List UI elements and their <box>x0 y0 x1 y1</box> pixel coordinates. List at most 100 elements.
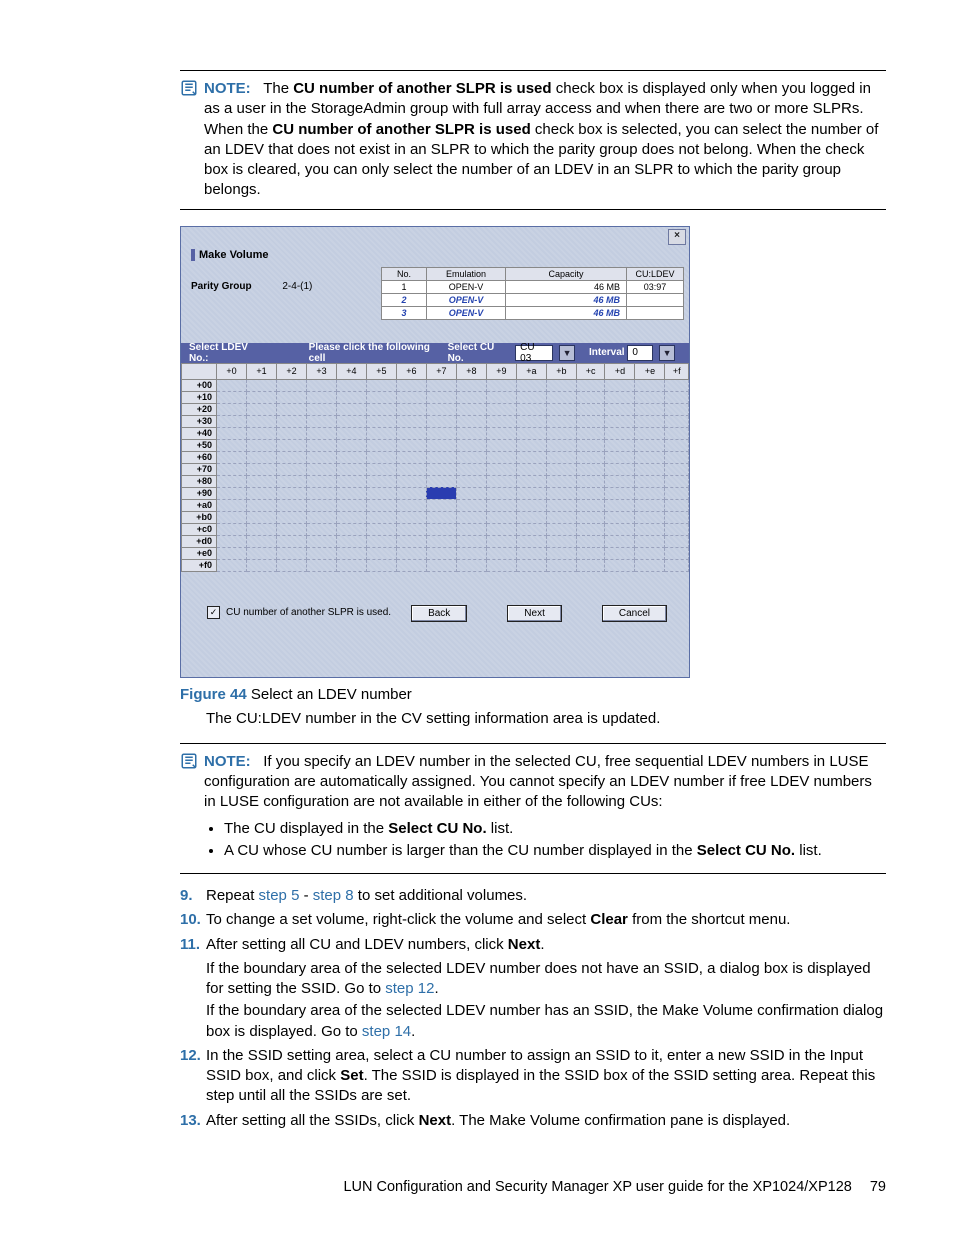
ldev-cell[interactable] <box>246 439 276 451</box>
ldev-cell[interactable] <box>366 379 396 391</box>
ldev-cell[interactable] <box>217 511 247 523</box>
ldev-cell[interactable] <box>576 487 605 499</box>
ldev-cell[interactable] <box>516 499 546 511</box>
ldev-cell[interactable] <box>516 487 546 499</box>
ldev-cell[interactable] <box>546 499 576 511</box>
ldev-cell[interactable] <box>635 559 665 571</box>
ldev-cell[interactable] <box>396 547 426 559</box>
ldev-cell[interactable] <box>396 559 426 571</box>
ldev-cell[interactable] <box>217 415 247 427</box>
ldev-cell[interactable] <box>486 451 516 463</box>
ldev-cell[interactable] <box>336 547 366 559</box>
ldev-cell[interactable] <box>576 415 605 427</box>
ldev-cell[interactable] <box>635 391 665 403</box>
ldev-cell[interactable] <box>486 487 516 499</box>
ldev-cell[interactable] <box>635 475 665 487</box>
ldev-cell[interactable] <box>426 379 456 391</box>
ldev-cell[interactable] <box>546 403 576 415</box>
ldev-cell[interactable] <box>306 523 336 535</box>
ldev-cell[interactable] <box>426 451 456 463</box>
ldev-cell[interactable] <box>306 415 336 427</box>
ldev-cell[interactable] <box>366 547 396 559</box>
ldev-cell[interactable] <box>217 535 247 547</box>
ldev-cell[interactable] <box>426 559 456 571</box>
ldev-cell[interactable] <box>306 463 336 475</box>
ldev-cell[interactable] <box>396 523 426 535</box>
ldev-cell[interactable] <box>605 547 635 559</box>
ldev-cell[interactable] <box>635 463 665 475</box>
ldev-cell[interactable] <box>546 439 576 451</box>
ldev-cell[interactable] <box>306 391 336 403</box>
ldev-cell[interactable] <box>246 427 276 439</box>
ldev-cell[interactable] <box>336 451 366 463</box>
ldev-cell[interactable] <box>605 427 635 439</box>
ldev-cell[interactable] <box>546 463 576 475</box>
ldev-cell[interactable] <box>456 439 486 451</box>
ldev-cell[interactable] <box>426 463 456 475</box>
ldev-cell[interactable] <box>396 499 426 511</box>
ldev-cell[interactable] <box>217 487 247 499</box>
ldev-cell[interactable] <box>665 523 689 535</box>
ldev-cell[interactable] <box>635 439 665 451</box>
ldev-cell[interactable] <box>665 439 689 451</box>
ldev-cell[interactable] <box>276 451 306 463</box>
ldev-cell[interactable] <box>456 415 486 427</box>
ldev-cell[interactable] <box>276 559 306 571</box>
ldev-cell[interactable] <box>306 499 336 511</box>
slpr-checkbox-row[interactable]: ✓ CU number of another SLPR is used. <box>207 606 391 619</box>
ldev-cell[interactable] <box>456 391 486 403</box>
ldev-cell[interactable] <box>217 547 247 559</box>
ldev-cell[interactable] <box>456 379 486 391</box>
ldev-cell[interactable] <box>217 379 247 391</box>
ldev-cell[interactable] <box>246 499 276 511</box>
ldev-cell[interactable] <box>456 475 486 487</box>
ldev-cell[interactable] <box>516 523 546 535</box>
ldev-cell[interactable] <box>516 475 546 487</box>
ldev-cell[interactable] <box>605 439 635 451</box>
ldev-cell[interactable] <box>546 415 576 427</box>
ldev-cell[interactable] <box>605 535 635 547</box>
ldev-cell[interactable] <box>426 535 456 547</box>
ldev-cell[interactable] <box>665 475 689 487</box>
ldev-cell[interactable] <box>366 475 396 487</box>
ldev-cell[interactable] <box>516 547 546 559</box>
ldev-cell[interactable] <box>306 439 336 451</box>
ldev-cell[interactable] <box>665 559 689 571</box>
ldev-cell[interactable] <box>246 523 276 535</box>
ldev-grid[interactable]: +0+1+2+3+4+5+6+7+8+9+a+b+c+d+e+f+00+10+2… <box>181 363 689 572</box>
interval-field[interactable]: 0 <box>627 345 653 361</box>
ldev-cell[interactable] <box>217 427 247 439</box>
ldev-cell[interactable] <box>276 487 306 499</box>
ldev-cell[interactable] <box>456 511 486 523</box>
ldev-cell[interactable] <box>246 487 276 499</box>
ldev-cell[interactable] <box>246 391 276 403</box>
ldev-cell[interactable] <box>635 403 665 415</box>
ldev-cell[interactable] <box>605 403 635 415</box>
ldev-cell[interactable] <box>546 451 576 463</box>
ldev-cell[interactable] <box>426 511 456 523</box>
ldev-cell[interactable] <box>546 559 576 571</box>
cancel-button[interactable]: Cancel <box>602 605 667 622</box>
ldev-cell[interactable] <box>366 391 396 403</box>
ldev-cell[interactable] <box>366 463 396 475</box>
ldev-cell[interactable] <box>516 451 546 463</box>
ldev-cell[interactable] <box>426 487 456 499</box>
ldev-cell[interactable] <box>456 523 486 535</box>
ldev-cell[interactable] <box>366 451 396 463</box>
ldev-cell[interactable] <box>396 427 426 439</box>
ldev-cell[interactable] <box>576 535 605 547</box>
ldev-cell[interactable] <box>396 403 426 415</box>
ldev-cell[interactable] <box>246 463 276 475</box>
ldev-cell[interactable] <box>665 463 689 475</box>
ldev-cell[interactable] <box>546 487 576 499</box>
ldev-cell[interactable] <box>516 403 546 415</box>
ldev-cell[interactable] <box>246 403 276 415</box>
ldev-cell[interactable] <box>576 547 605 559</box>
ldev-cell[interactable] <box>217 523 247 535</box>
ldev-cell[interactable] <box>336 403 366 415</box>
ldev-cell[interactable] <box>635 547 665 559</box>
ldev-cell[interactable] <box>486 439 516 451</box>
ldev-cell[interactable] <box>217 559 247 571</box>
ldev-cell[interactable] <box>366 499 396 511</box>
ldev-cell[interactable] <box>306 427 336 439</box>
